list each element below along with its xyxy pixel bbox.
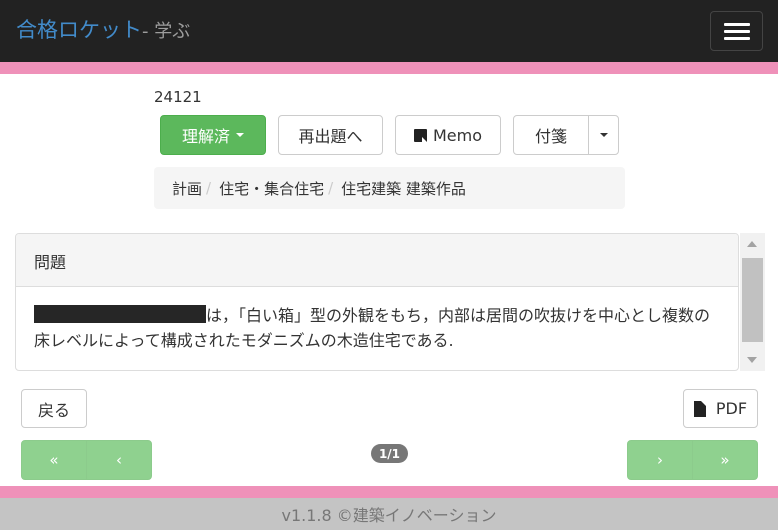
scrollbar[interactable] (740, 233, 765, 371)
scrollbar-thumb[interactable] (742, 258, 763, 342)
menu-toggle-button[interactable] (710, 11, 763, 51)
caret-down-icon (599, 133, 608, 137)
breadcrumb-item[interactable]: 計画 (172, 178, 202, 199)
back-label: 戻る (37, 400, 70, 420)
brand-subtitle: - 学ぶ (142, 21, 191, 42)
first-page-button[interactable]: « (21, 440, 87, 480)
tag-label: 付箋 (534, 127, 567, 146)
question-id: 24121 (154, 88, 202, 106)
note-icon (413, 128, 427, 142)
hamburger-icon (724, 23, 750, 26)
review-again-button[interactable]: 再出題へ (278, 115, 383, 155)
panel-heading: 問題 (16, 234, 738, 287)
chevron-left-icon: ‹ (116, 451, 122, 469)
breadcrumb-item[interactable]: 住宅・集合住宅 (219, 178, 324, 199)
pdf-label: PDF (715, 399, 748, 418)
top-navbar: 合格ロケット- 学ぶ (0, 0, 778, 62)
understood-dropdown-button[interactable]: 理解済 (160, 115, 266, 155)
brand[interactable]: 合格ロケット- 学ぶ (16, 16, 190, 46)
caret-down-icon (236, 133, 244, 137)
double-chevron-right-icon: » (720, 451, 730, 469)
tag-dropdown-toggle[interactable] (588, 115, 619, 155)
hamburger-icon-bar (724, 37, 750, 40)
pdf-button[interactable]: PDF (683, 389, 758, 428)
review-again-label: 再出題へ (298, 127, 363, 146)
footer-text: v1.1.8 ©建築イノベーション (281, 506, 497, 525)
file-icon (693, 400, 706, 417)
scroll-up-icon[interactable] (747, 241, 757, 247)
memo-button[interactable]: Memo (395, 115, 501, 155)
redacted-answer (34, 305, 206, 323)
breadcrumb-item: 住宅建築 建築作品 (341, 179, 466, 198)
breadcrumb-separator: / (206, 179, 212, 197)
tag-button[interactable]: 付箋 (513, 115, 589, 155)
prev-page-button[interactable]: ‹ (86, 440, 152, 480)
footer: v1.1.8 ©建築イノベーション (0, 498, 778, 530)
back-button[interactable]: 戻る (21, 389, 87, 428)
question-text: は，「白い箱」型の外観をもち，内部は居間の吹抜けを中心とし複数の床レベルによって… (16, 287, 738, 369)
hamburger-icon-bar (724, 30, 750, 33)
top-accent-bar (0, 62, 778, 74)
double-chevron-left-icon: « (49, 451, 59, 469)
breadcrumb-separator: / (328, 179, 334, 197)
last-page-button[interactable]: » (692, 440, 758, 480)
bottom-accent-bar (0, 486, 778, 498)
question-panel: 問題 は，「白い箱」型の外観をもち，内部は居間の吹抜けを中心とし複数の床レベルに… (15, 233, 739, 371)
chevron-right-icon: › (657, 451, 663, 469)
next-page-button[interactable]: › (627, 440, 693, 480)
understood-label: 理解済 (181, 127, 230, 146)
memo-label: Memo (432, 125, 483, 145)
brand-title[interactable]: 合格ロケット (16, 18, 142, 42)
breadcrumb: 計画 / 住宅・集合住宅 / 住宅建築 建築作品 (154, 167, 625, 209)
page-indicator: 1/1 (371, 444, 408, 463)
scroll-down-icon[interactable] (747, 357, 757, 363)
